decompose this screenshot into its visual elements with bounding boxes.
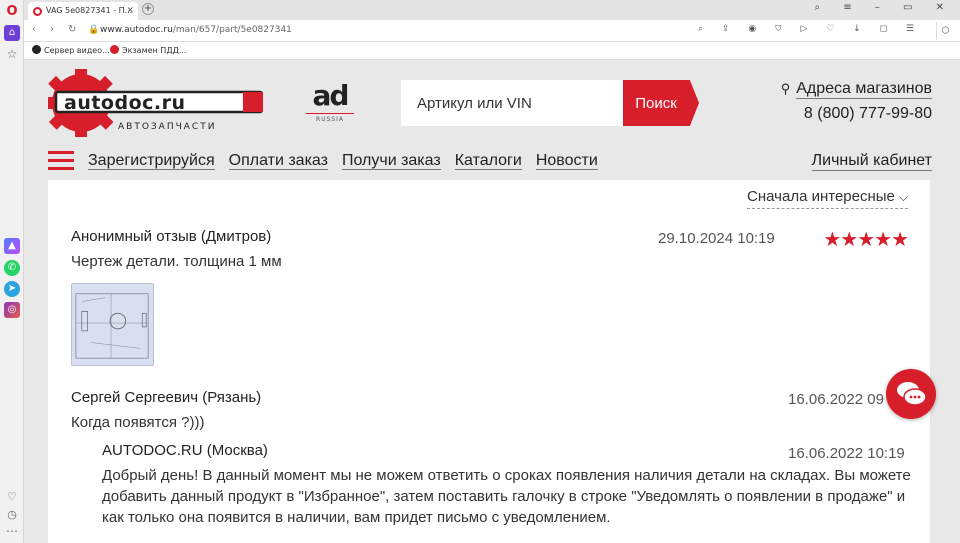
- extensions-icon[interactable]: ⬡: [936, 22, 954, 40]
- review-item: Сергей Сергеевич (Рязань) Когда появятся…: [71, 389, 261, 431]
- review-date: 29.10.2024 10:19: [658, 230, 775, 247]
- logo-subtitle: АВТОЗАПЧАСТИ: [118, 122, 216, 132]
- heart-icon[interactable]: ♡: [4, 489, 20, 505]
- bookmark-favicon-icon: [110, 45, 119, 54]
- history-icon[interactable]: ◷: [4, 507, 20, 523]
- review-text: Чертеж детали. толщина 1 мм: [71, 253, 282, 270]
- url-field[interactable]: www.autodoc.ru/man/657/part/5e0827341: [100, 25, 292, 35]
- search-button[interactable]: Поиск: [623, 80, 699, 126]
- tab-title: VAG 5e0827341 - П...: [46, 6, 133, 15]
- menu-icon[interactable]: [48, 151, 74, 171]
- lock-icon[interactable]: 🔒: [88, 25, 99, 35]
- telegram-icon[interactable]: ➤: [4, 281, 20, 297]
- browser-sidebar: O ⌂ ☆ ▲ ✆ ➤ ◎ ♡ ◷ ⋯: [0, 0, 24, 543]
- reply-text: Добрый день! В данный момент мы не можем…: [102, 467, 911, 526]
- reply-date: 16.06.2022 10:19: [788, 445, 905, 462]
- window-controls[interactable]: ⌕ ≡ – ▭ ✕: [814, 2, 954, 13]
- address-bar: ‹ › ↻ 🔒 www.autodoc.ru/man/657/part/5e08…: [24, 20, 960, 42]
- page-scrollbar[interactable]: [954, 60, 960, 543]
- review-text: Когда появятся ?))): [71, 414, 205, 431]
- stores-link[interactable]: Адреса магазинов: [796, 80, 932, 99]
- logo-text: autodoc.ru: [64, 92, 186, 114]
- page: autodoc.ru АВТОЗАПЧАСТИ ad RUSSIA Поиск …: [24, 60, 960, 543]
- star-icon: ★: [840, 227, 858, 251]
- review-author: Анонимный отзыв (Дмитров): [71, 228, 272, 245]
- new-tab-button[interactable]: +: [142, 3, 154, 15]
- url-path: /man/657/part/5e0827341: [172, 25, 292, 35]
- tab-bar: VAG 5e0827341 - П... ✕ + ⌕ ≡ – ▭ ✕: [24, 0, 960, 20]
- sort-dropdown[interactable]: Сначала интересные ⌵: [747, 188, 908, 209]
- ad-subtitle: RUSSIA: [306, 113, 354, 123]
- address-toolbar-icons[interactable]: ⌕ ⇪ ◉ ⛉ ▷ ♡ ↓ ◻ ☰: [698, 24, 922, 34]
- review-item: Анонимный отзыв (Дмитров) Чертеж детали.…: [71, 228, 282, 270]
- chat-bubbles-icon: [897, 382, 927, 406]
- map-pin-icon: ⚲: [780, 81, 791, 96]
- bookmark-item[interactable]: Экзамен ПДД...: [110, 45, 186, 55]
- bookmark-item[interactable]: Сервер видео...: [32, 45, 110, 55]
- reviews-panel: Сначала интересные ⌵ Анонимный отзыв (Дми…: [48, 180, 930, 543]
- star-icon: ★: [874, 227, 892, 251]
- review-date: 16.06.2022 09: [788, 391, 884, 408]
- review-photo-thumbnail[interactable]: [71, 283, 154, 366]
- nav-item-news[interactable]: Новости: [535, 152, 598, 170]
- close-icon[interactable]: ✕: [126, 2, 134, 20]
- opera-logo-icon[interactable]: O: [4, 4, 20, 20]
- bookmark-favicon-icon: [32, 45, 41, 54]
- nav-item-register[interactable]: Зарегистрируйся: [88, 152, 215, 170]
- sort-label: Сначала интересные: [747, 188, 895, 205]
- bookmarks-bar: Сервер видео... Экзамен ПДД...: [24, 42, 960, 60]
- star-icon: ★: [891, 227, 909, 251]
- star-icon[interactable]: ☆: [4, 46, 20, 62]
- more-icon[interactable]: ⋯: [4, 523, 20, 539]
- star-icon: ★: [823, 227, 841, 251]
- whatsapp-icon[interactable]: ✆: [4, 260, 20, 276]
- browser-tab[interactable]: VAG 5e0827341 - П... ✕: [28, 2, 138, 20]
- rating-stars: ★★★★★: [823, 227, 909, 251]
- chevron-down-icon: ⌵: [898, 190, 908, 204]
- star-icon: ★: [857, 227, 875, 251]
- back-icon[interactable]: ‹: [32, 24, 36, 35]
- forward-icon[interactable]: ›: [50, 24, 54, 35]
- ad-russia-logo[interactable]: ad RUSSIA: [306, 82, 354, 126]
- home-icon[interactable]: ⌂: [4, 25, 20, 41]
- review-author: Сергей Сергеевич (Рязань): [71, 389, 262, 406]
- url-host: www.autodoc.ru: [100, 25, 173, 35]
- phone-number[interactable]: 8 (800) 777-99-80: [781, 105, 932, 123]
- instagram-icon[interactable]: ◎: [4, 302, 20, 318]
- search-input[interactable]: [401, 80, 623, 126]
- autodoc-logo[interactable]: autodoc.ru АВТОЗАПЧАСТИ: [48, 68, 263, 138]
- main-nav: Зарегистрируйся Оплати заказ Получи заказ К…: [88, 152, 612, 170]
- autodoc-favicon-icon: [33, 7, 42, 16]
- nav-item-receive[interactable]: Получи заказ: [341, 152, 441, 170]
- nav-item-pay[interactable]: Оплати заказ: [228, 152, 328, 170]
- ad-mark: ad: [312, 79, 350, 112]
- personal-cabinet-link[interactable]: Личный кабинет: [811, 152, 932, 171]
- nav-item-catalogs[interactable]: Каталоги: [454, 152, 522, 170]
- aria-ai-icon[interactable]: ▲: [4, 238, 20, 254]
- reload-icon[interactable]: ↻: [68, 24, 76, 35]
- stores-block: ⚲ Адреса магазинов 8 (800) 777-99-80: [781, 80, 932, 123]
- chat-button[interactable]: [886, 369, 936, 419]
